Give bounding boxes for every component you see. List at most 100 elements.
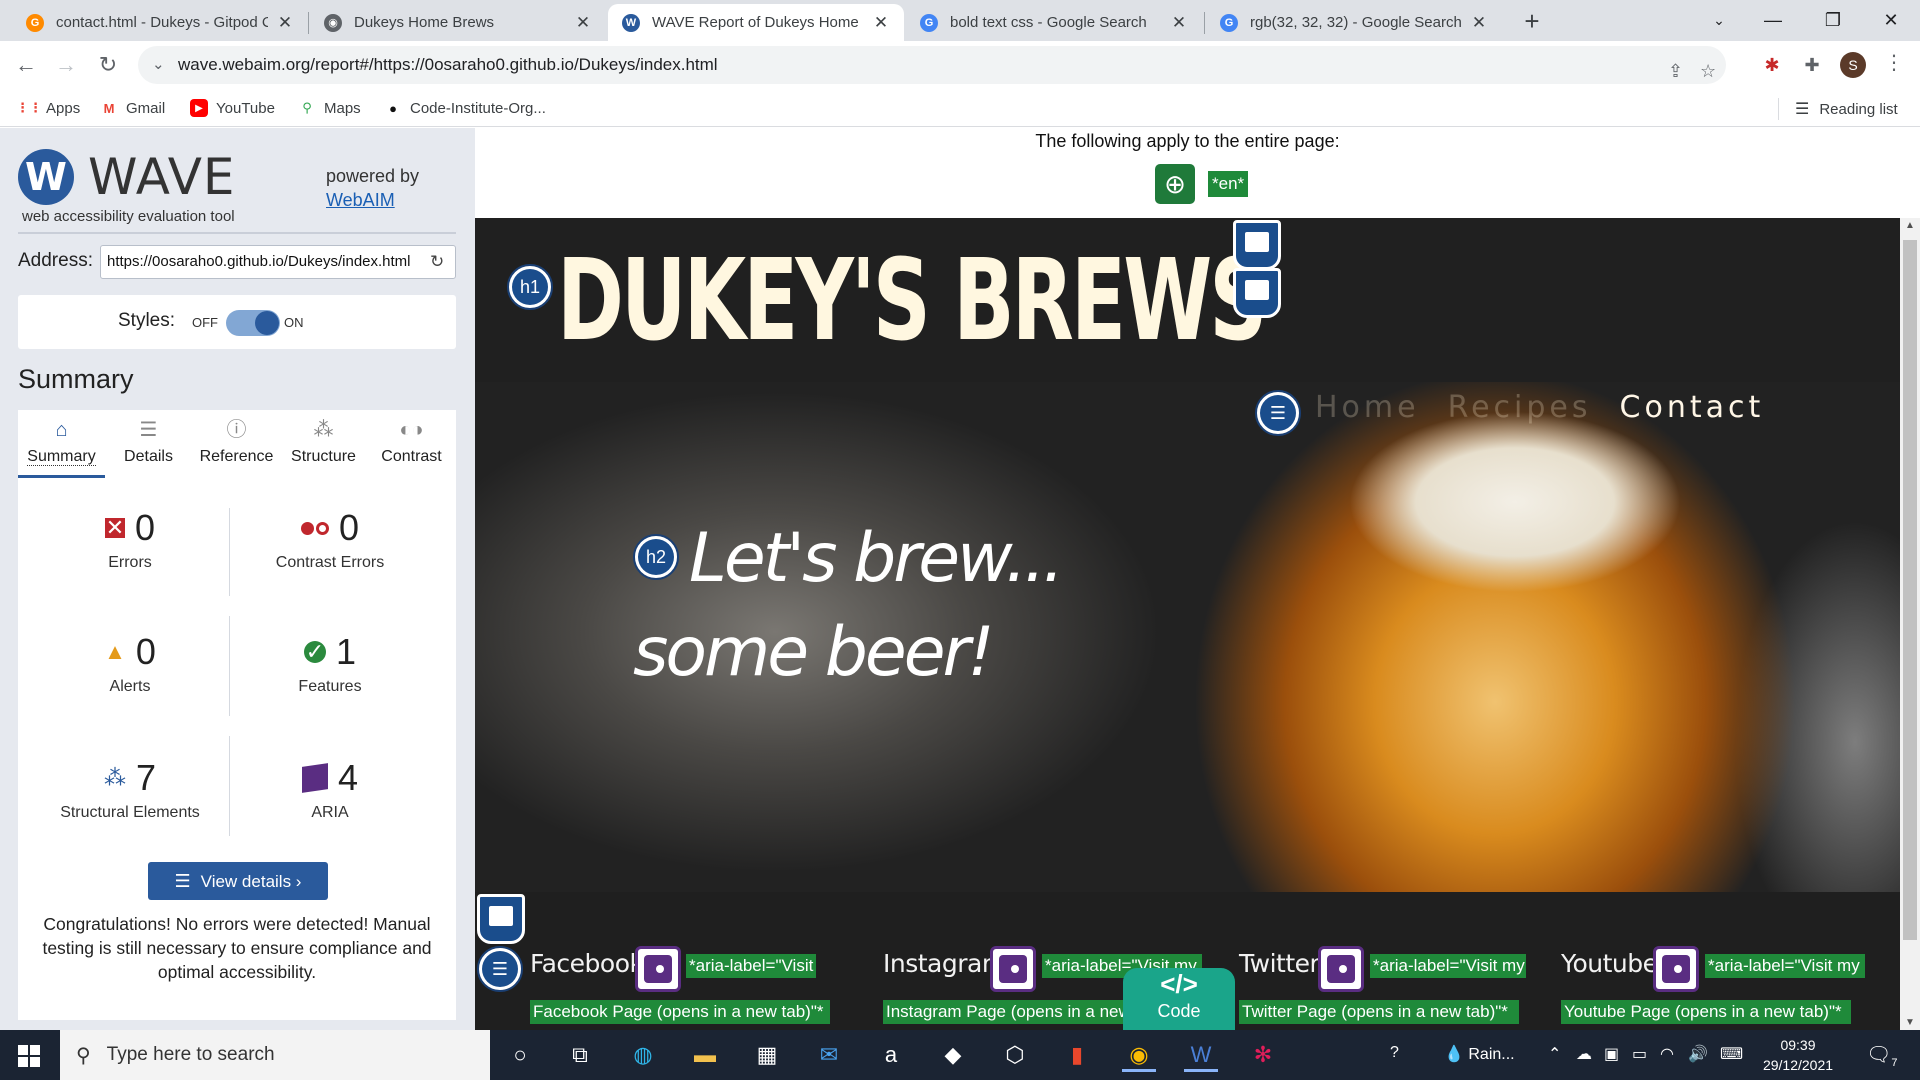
scroll-down-arrow-icon[interactable]: ▼ bbox=[1900, 1017, 1920, 1028]
preview-scrollbar[interactable]: ▲ ▼ bbox=[1900, 218, 1920, 1030]
bug-extension-icon[interactable]: ✱ bbox=[1760, 53, 1784, 77]
tab-contrast[interactable]: ◐◑ Contrast bbox=[368, 410, 455, 478]
info-icon: ⓘ bbox=[226, 419, 247, 441]
volume-icon[interactable]: 🔊 bbox=[1688, 1044, 1708, 1064]
styles-toggle-switch[interactable] bbox=[226, 310, 280, 336]
close-tab-icon[interactable]: ✕ bbox=[574, 13, 592, 33]
language-globe-icon[interactable]: ⊕ bbox=[1155, 164, 1195, 204]
bookmark-star-icon[interactable]: ☆ bbox=[1700, 61, 1716, 82]
aria-label-icon[interactable] bbox=[990, 946, 1036, 992]
bookmark-youtube[interactable]: ▶ YouTube bbox=[190, 99, 275, 117]
windows-start-icon[interactable] bbox=[18, 1045, 40, 1067]
amazon-icon[interactable]: a bbox=[874, 1038, 908, 1072]
reload-icon[interactable]: ↻ bbox=[92, 49, 124, 81]
code-toggle-button[interactable]: </> Code bbox=[1123, 968, 1235, 1030]
minimize-button[interactable]: — bbox=[1744, 0, 1802, 41]
h1-badge[interactable]: h1 bbox=[507, 264, 553, 310]
store-icon[interactable]: ▦ bbox=[750, 1038, 784, 1072]
stat-aria[interactable]: 4 ARIA bbox=[230, 756, 430, 822]
list-structure-icon[interactable]: ☰ bbox=[477, 946, 523, 992]
share-icon[interactable]: ⇪ bbox=[1668, 61, 1683, 82]
app-hexagon-icon[interactable]: ⬡ bbox=[998, 1038, 1032, 1072]
view-details-button[interactable]: ☰ View details › bbox=[148, 862, 328, 900]
menu-dots-icon[interactable]: ⋮ bbox=[1884, 50, 1904, 75]
tab-search-chevron-icon[interactable]: ⌄ bbox=[1690, 0, 1748, 41]
browser-tab-dukeys[interactable]: ◉ Dukeys Home Brews ✕ bbox=[310, 4, 606, 41]
wifi-icon[interactable]: ◠ bbox=[1660, 1044, 1674, 1064]
social-link-youtube[interactable]: Youtube bbox=[1561, 949, 1658, 978]
stat-features[interactable]: ✓ 1 Features bbox=[230, 630, 430, 696]
file-explorer-icon[interactable]: ▬ bbox=[688, 1038, 722, 1072]
header-region-icon[interactable] bbox=[1233, 220, 1281, 270]
meet-icon[interactable]: ▣ bbox=[1604, 1044, 1619, 1064]
close-tab-icon[interactable]: ✕ bbox=[276, 13, 294, 33]
wave-address-input[interactable]: https://0osaraho0.github.io/Dukeys/index… bbox=[100, 245, 456, 279]
back-arrow-icon[interactable]: ← bbox=[10, 49, 42, 81]
aria-label-icon[interactable] bbox=[1318, 946, 1364, 992]
aria-label-icon[interactable] bbox=[1653, 946, 1699, 992]
refresh-icon[interactable]: ↻ bbox=[430, 252, 444, 272]
office-icon[interactable]: ▮ bbox=[1060, 1038, 1094, 1072]
extensions-puzzle-icon[interactable]: ✚ bbox=[1800, 53, 1824, 77]
close-tab-icon[interactable]: ✕ bbox=[872, 13, 890, 33]
onedrive-icon[interactable]: ☁ bbox=[1576, 1044, 1592, 1064]
task-view-icon[interactable]: ⧉ bbox=[563, 1038, 597, 1072]
slack-icon[interactable]: ✻ bbox=[1246, 1038, 1280, 1072]
social-link-instagram[interactable]: Instagram bbox=[883, 949, 1006, 978]
close-tab-icon[interactable]: ✕ bbox=[1170, 13, 1188, 33]
keyboard-icon[interactable]: ⌨ bbox=[1720, 1044, 1743, 1064]
dropbox-icon[interactable]: ◆ bbox=[936, 1038, 970, 1072]
help-icon[interactable]: ? bbox=[1390, 1044, 1399, 1062]
edge-icon[interactable]: ◍ bbox=[626, 1038, 660, 1072]
social-link-twitter[interactable]: Twitter bbox=[1239, 949, 1320, 978]
webaim-link[interactable]: WebAIM bbox=[326, 190, 395, 210]
features-label: Features bbox=[298, 678, 362, 695]
stat-structural[interactable]: ⁂ 7 Structural Elements bbox=[30, 756, 230, 822]
bookmark-apps[interactable]: ⋮⋮ Apps bbox=[16, 99, 80, 117]
word-icon[interactable]: W bbox=[1184, 1038, 1218, 1072]
cortana-icon[interactable]: ○ bbox=[503, 1038, 537, 1072]
browser-tab-google-bold[interactable]: G bold text css - Google Search ✕ bbox=[906, 4, 1202, 41]
tab-details[interactable]: ☰ Details bbox=[105, 410, 192, 478]
nav-contact[interactable]: Contact bbox=[1620, 390, 1765, 425]
social-link-facebook[interactable]: Facebook bbox=[530, 949, 644, 978]
new-tab-button[interactable]: + bbox=[1516, 6, 1548, 38]
reading-list-button[interactable]: ☰ Reading list bbox=[1795, 99, 1898, 119]
browser-tab-wave[interactable]: W WAVE Report of Dukeys Home Br ✕ bbox=[608, 4, 904, 41]
list-structure-icon[interactable]: ☰ bbox=[1255, 390, 1301, 436]
aria-label-icon[interactable] bbox=[635, 946, 681, 992]
stat-alerts[interactable]: ▲ 0 Alerts bbox=[30, 630, 230, 696]
weather-widget[interactable]: 💧 Rain... bbox=[1444, 1044, 1515, 1064]
close-window-button[interactable]: ✕ bbox=[1862, 0, 1920, 41]
nav-recipes[interactable]: Recipes bbox=[1448, 390, 1592, 425]
close-tab-icon[interactable]: ✕ bbox=[1470, 13, 1488, 33]
chrome-icon[interactable]: ◉ bbox=[1122, 1038, 1156, 1072]
tray-chevron-icon[interactable]: ⌃ bbox=[1548, 1044, 1561, 1064]
tab-reference[interactable]: ⓘ Reference bbox=[193, 410, 280, 478]
footer-region-icon[interactable] bbox=[477, 894, 525, 944]
bookmark-maps[interactable]: ⚲ Maps bbox=[298, 99, 360, 117]
scrollbar-thumb[interactable] bbox=[1903, 240, 1917, 940]
page-preview: The following apply to the entire page: … bbox=[475, 128, 1900, 1030]
nav-home[interactable]: Home bbox=[1315, 390, 1420, 425]
stat-errors[interactable]: ✕ 0 Errors bbox=[30, 506, 230, 572]
nav-region-icon[interactable] bbox=[1233, 268, 1281, 318]
tab-structure[interactable]: ⁂ Structure bbox=[280, 410, 367, 478]
address-bar[interactable]: ⌄ wave.webaim.org/report#/https://0osara… bbox=[138, 46, 1726, 84]
maximize-button[interactable]: ❐ bbox=[1804, 0, 1862, 41]
bookmark-gmail[interactable]: M Gmail bbox=[100, 99, 166, 117]
scroll-up-arrow-icon[interactable]: ▲ bbox=[1900, 220, 1920, 231]
taskbar-search-box[interactable]: ⚲ Type here to search bbox=[60, 1030, 490, 1080]
browser-tab-google-rgb[interactable]: G rgb(32, 32, 32) - Google Search ✕ bbox=[1206, 4, 1502, 41]
site-info-chevron-icon[interactable]: ⌄ bbox=[152, 55, 165, 73]
mail-icon[interactable]: ✉ bbox=[812, 1038, 846, 1072]
bookmark-code-institute[interactable]: ● Code-Institute-Org... bbox=[384, 99, 546, 117]
system-clock[interactable]: 09:39 29/12/2021 bbox=[1762, 1035, 1834, 1075]
stat-contrast-errors[interactable]: 0 Contrast Errors bbox=[230, 506, 430, 572]
notification-center-icon[interactable]: 🗨7 bbox=[1866, 1042, 1898, 1069]
profile-avatar[interactable]: S bbox=[1840, 52, 1866, 78]
battery-icon[interactable]: ▭ bbox=[1632, 1044, 1647, 1064]
forward-arrow-icon[interactable]: → bbox=[50, 49, 82, 81]
tab-summary[interactable]: ⌂ Summary bbox=[18, 410, 105, 478]
browser-tab-gitpod[interactable]: G contact.html - Dukeys - Gitpod C ✕ bbox=[12, 4, 308, 41]
